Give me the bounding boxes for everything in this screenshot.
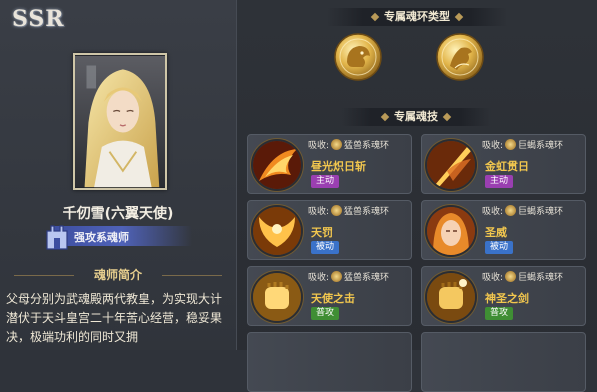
- absorb-requirement: 吸收: 猛兽系魂环: [308, 204, 389, 217]
- skill-name: 昼光炽日斩: [311, 160, 366, 173]
- absorb-requirement: 吸收: 巨蝎系魂环: [482, 204, 563, 217]
- portrait-art-icon: [75, 55, 165, 188]
- absorb-ring-type: 巨蝎系魂环: [518, 141, 564, 151]
- absorb-ring-type: 猛兽系魂环: [344, 273, 390, 283]
- skill-card-7-partial[interactable]: [247, 332, 412, 392]
- skill-card-5[interactable]: 吸收: 猛兽系魂环 天使之击 普攻: [247, 266, 412, 326]
- skill-name: 天罚: [311, 226, 333, 239]
- absorb-requirement: 吸收: 猛兽系魂环: [308, 270, 389, 283]
- skill-name: 天使之击: [311, 292, 355, 305]
- absorb-label: 吸收:: [308, 273, 330, 283]
- skill-type-badge: 普攻: [485, 307, 514, 320]
- absorb-label: 吸收:: [482, 207, 504, 217]
- absorb-label: 吸收:: [482, 141, 504, 151]
- intro-title: 魂师简介: [93, 268, 142, 282]
- character-info-panel: SSR 千仞雪(六翼天使) 强攻系魂师 魂师简介 父母分别为武魂殿两代教皇，为实…: [0, 0, 237, 350]
- angel-face-icon: [427, 207, 475, 255]
- diamond-icon: [454, 12, 464, 22]
- rarity-badge: SSR: [12, 6, 65, 32]
- absorb-requirement: 吸收: 猛兽系魂环: [308, 138, 389, 151]
- absorb-label: 吸收:: [308, 141, 330, 151]
- skill-card-8-partial[interactable]: [421, 332, 586, 392]
- character-name: 千仞雪(六翼天使): [62, 206, 174, 222]
- soul-ring-icon: [505, 139, 517, 150]
- lion-emblem-icon[interactable]: [333, 32, 383, 82]
- role-label: 强攻系魂师: [74, 231, 129, 244]
- soul-ring-icon: [505, 271, 517, 282]
- skill-type-badge: 主动: [311, 175, 340, 188]
- skill-card-4[interactable]: 吸收: 巨蝎系魂环 圣威 被动: [421, 200, 586, 260]
- character-portrait[interactable]: [73, 53, 167, 190]
- soul-ring-type-title: 专属魂环类型: [384, 10, 450, 23]
- castle-role-icon: [46, 225, 68, 250]
- skill-name: 金虹贯日: [485, 160, 529, 173]
- golden-wings-icon: [253, 207, 301, 255]
- soul-ring-icon: [331, 139, 343, 150]
- flame-slash-icon: [253, 141, 301, 189]
- skill-card-2[interactable]: 吸收: 巨蝎系魂环 金虹贯日 主动: [421, 134, 586, 194]
- intro-divider-left: [14, 275, 74, 276]
- absorb-ring-type: 巨蝎系魂环: [518, 207, 564, 217]
- soul-ring-panel: 专属魂环类型 专属魂技 吸收: 猛兽系魂环 昼光炽日斩 主动 吸收: 巨蝎系魂环…: [237, 0, 597, 392]
- absorb-label: 吸收:: [308, 207, 330, 217]
- soul-skill-title: 专属魂技: [394, 110, 438, 123]
- skill-card-1[interactable]: 吸收: 猛兽系魂环 昼光炽日斩 主动: [247, 134, 412, 194]
- absorb-requirement: 吸收: 巨蝎系魂环: [482, 270, 563, 283]
- skill-type-badge: 被动: [485, 241, 514, 254]
- absorb-ring-type: 巨蝎系魂环: [518, 273, 564, 283]
- intro-text: 父母分别为武魂殿两代教皇，为实现大计潜伏于天斗皇宫二十年苦心经营，稳妥果决，极端…: [6, 292, 223, 344]
- absorb-requirement: 吸收: 巨蝎系魂环: [482, 138, 563, 151]
- skill-name: 圣威: [485, 226, 507, 239]
- soul-ring-type-header: 专属魂环类型: [327, 8, 507, 26]
- diamond-icon: [380, 112, 390, 122]
- soul-ring-icon: [331, 205, 343, 216]
- absorb-ring-type: 猛兽系魂环: [344, 207, 390, 217]
- intro-divider-right: [162, 275, 222, 276]
- golden-spear-icon: [427, 141, 475, 189]
- skill-type-badge: 被动: [311, 241, 340, 254]
- diamond-icon: [442, 112, 452, 122]
- skill-name: 神圣之剑: [485, 292, 529, 305]
- skill-type-badge: 主动: [485, 175, 514, 188]
- soul-ring-icon: [505, 205, 517, 216]
- absorb-ring-type: 猛兽系魂环: [344, 141, 390, 151]
- skill-card-3[interactable]: 吸收: 猛兽系魂环 天罚 被动: [247, 200, 412, 260]
- holy-fist-icon: [427, 273, 475, 321]
- horse-emblem-icon[interactable]: [435, 32, 485, 82]
- skill-card-6[interactable]: 吸收: 巨蝎系魂环 神圣之剑 普攻: [421, 266, 586, 326]
- absorb-label: 吸收:: [482, 273, 504, 283]
- golden-fist-icon: [253, 273, 301, 321]
- soul-skill-header: 专属魂技: [341, 108, 491, 126]
- diamond-icon: [370, 12, 380, 22]
- skill-type-badge: 普攻: [311, 307, 340, 320]
- soul-ring-icon: [331, 271, 343, 282]
